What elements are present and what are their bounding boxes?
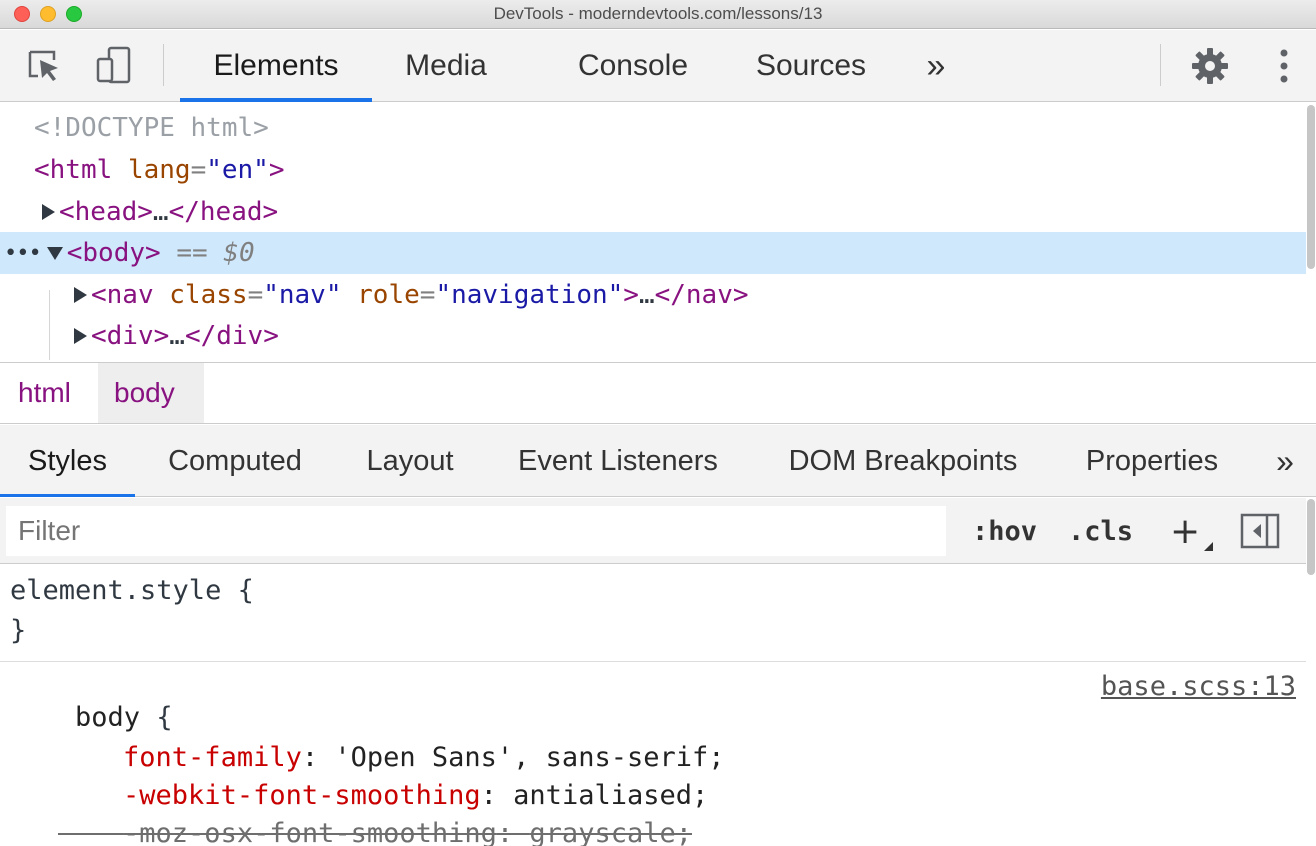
element-style-open[interactable]: element.style { [10,575,254,606]
head-open-tag: <head> [59,197,153,227]
head-close-tag: </head> [168,197,279,227]
head-ellipsis[interactable]: … [153,197,169,227]
expand-div-icon[interactable] [74,328,87,344]
more-sidebar-tabs-icon[interactable]: » [1262,425,1308,497]
dom-node-nav[interactable]: <nav class = "nav" role = "navigation" >… </na… [0,274,1306,316]
toggle-sidebar-icon[interactable] [1238,506,1282,556]
body-tag: <body> [66,238,161,268]
nav-role-attr: role [357,280,420,310]
rule-source-link[interactable]: base.scss:13 [1101,671,1296,702]
breadcrumb-body[interactable]: body [98,363,204,423]
div-open-tag: <div> [91,321,170,351]
kebab-menu-icon[interactable] [1264,30,1304,102]
html-attr-name: lang [127,155,191,185]
tab-dom-breakpoints[interactable]: DOM Breakpoints [766,425,1040,497]
dom-scrollbar[interactable] [1307,105,1315,269]
rule-divider [0,661,1306,662]
window-titlebar: DevTools - moderndevtools.com/lessons/13 [0,0,1316,29]
inspect-element-icon[interactable] [16,30,72,102]
html-attr-value: "en" [206,155,269,185]
html-open-tag: <html [34,155,113,185]
selected-marker: == $0 [176,238,255,268]
prop-name[interactable]: -moz-osx-font-smoothing [123,818,497,846]
tab-properties[interactable]: Properties [1068,425,1236,497]
tab-layout[interactable]: Layout [350,425,470,497]
element-style-close: } [10,615,27,646]
declaration-moz-osx-font-smoothing[interactable]: -moz-osx-font-smoothing: grayscale; [58,787,692,846]
tab-console[interactable]: Console [560,30,706,102]
toolbar-divider [163,44,164,86]
window-title: DevTools - moderndevtools.com/lessons/13 [493,4,823,23]
node-actions-icon[interactable]: ••• [4,241,42,266]
styles-pane: element.style { } body { base.scss:13 fo… [0,499,1315,846]
breadcrumb-html[interactable]: html [2,363,87,423]
add-rule-menu-icon[interactable] [1204,542,1213,551]
nav-close-tag: </nav> [654,280,749,310]
expand-head-icon[interactable] [42,204,55,220]
doctype-text: <!DOCTYPE html> [34,113,269,143]
tab-elements[interactable]: Elements [180,30,372,102]
tab-computed[interactable]: Computed [150,425,320,497]
new-style-rule-button[interactable]: + [1170,506,1200,556]
dom-node-div[interactable]: <div>… </div> [0,315,1306,357]
hover-state-button[interactable]: :hov [972,506,1037,556]
more-tabs-icon[interactable]: » [910,30,962,102]
dom-node-head[interactable]: <head>… </head> [0,191,1306,233]
tab-media[interactable]: Media [380,30,512,102]
nav-class-value: "nav" [263,280,342,310]
filter-input[interactable] [6,506,946,556]
sidebar-tabs: Styles Computed Layout Event Listeners D… [0,425,1316,497]
tab-styles[interactable]: Styles [0,425,135,497]
styles-scrollbar[interactable] [1307,499,1315,575]
nav-open-tag: <nav [91,280,154,310]
expand-nav-icon[interactable] [74,287,87,303]
div-close-tag: </div> [184,321,279,351]
prop-value[interactable]: grayscale; [529,818,692,846]
dom-node-doctype[interactable]: <!DOCTYPE html> [0,107,1306,149]
nav-ellipsis[interactable]: … [639,280,655,310]
collapse-body-icon[interactable] [46,246,63,260]
device-toolbar-icon[interactable] [86,30,142,102]
indent-guide [49,290,50,360]
breadcrumb: html body [0,362,1316,424]
nav-class-attr: class [169,280,248,310]
toolbar-divider-right [1160,44,1161,86]
dom-node-html[interactable]: <html lang = "en" > [0,149,1306,191]
div-ellipsis[interactable]: … [169,321,185,351]
nav-role-value: "navigation" [435,280,624,310]
tab-event-listeners[interactable]: Event Listeners [500,425,736,497]
gear-icon[interactable] [1182,30,1238,102]
main-toolbar: Elements Media Console Sources » [0,30,1316,102]
tab-sources[interactable]: Sources [740,30,882,102]
dom-tree: <!DOCTYPE html> <html lang = "en" > <head>…… [0,103,1316,361]
dom-node-body[interactable]: ••• <body> == $0 [0,232,1306,274]
styles-filter-bar: :hov .cls + [0,498,1306,564]
class-toggle-button[interactable]: .cls [1068,506,1133,556]
